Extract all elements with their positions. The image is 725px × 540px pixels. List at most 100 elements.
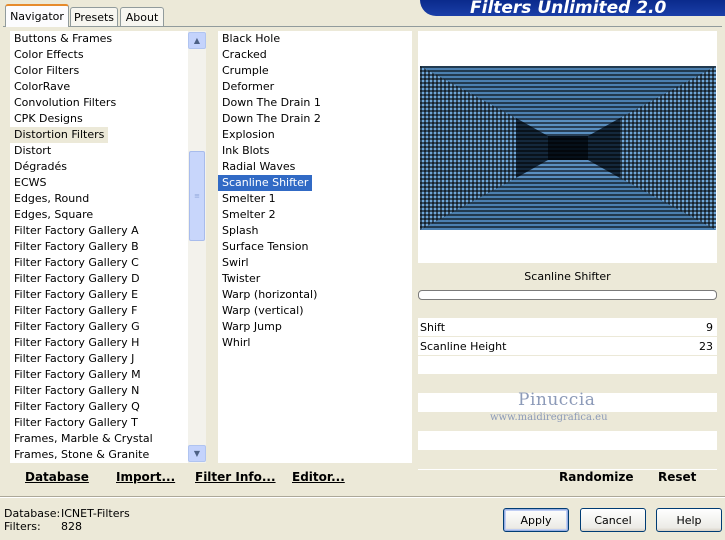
help-button[interactable]: Help	[656, 508, 722, 532]
filter-item[interactable]: Surface Tension	[218, 239, 412, 255]
category-item[interactable]: Filter Factory Gallery E	[10, 287, 188, 303]
category-item-label: Filter Factory Gallery H	[14, 336, 140, 349]
filter-item-label: Warp (horizontal)	[222, 288, 318, 301]
category-item[interactable]: Filter Factory Gallery Q	[10, 399, 188, 415]
filter-item[interactable]: Deformer	[218, 79, 412, 95]
category-item[interactable]: ECWS	[10, 175, 188, 191]
filter-item-label: Surface Tension	[222, 240, 309, 253]
filters-info: Filters: 828	[4, 520, 82, 533]
category-item[interactable]: Filter Factory Gallery A	[10, 223, 188, 239]
filter-item[interactable]: Radial Waves	[218, 159, 412, 175]
category-item[interactable]: Dégradés	[10, 159, 188, 175]
filter-item-label: Cracked	[222, 48, 267, 61]
category-item[interactable]: Color Filters	[10, 63, 188, 79]
grip-icon: ≡	[194, 192, 200, 200]
filter-item[interactable]: Warp (vertical)	[218, 303, 412, 319]
chevron-up-icon: ▲	[193, 36, 201, 45]
filter-item[interactable]: Black Hole	[218, 31, 412, 47]
category-item[interactable]: Distortion Filters	[10, 127, 188, 143]
param-label: Scanline Height	[420, 339, 507, 353]
filter-item[interactable]: Swirl	[218, 255, 412, 271]
category-item[interactable]: Buttons & Frames	[10, 31, 188, 47]
param-row-empty	[418, 432, 717, 451]
category-item[interactable]: Frames, Stone & Granite	[10, 447, 188, 463]
filter-item-label: Radial Waves	[222, 160, 296, 173]
filter-item[interactable]: Cracked	[218, 47, 412, 63]
filter-list[interactable]: Black Hole Cracked Crumple Deformer Down The…	[218, 31, 412, 463]
filter-item[interactable]: Warp Jump	[218, 319, 412, 335]
category-item-label: Buttons & Frames	[14, 32, 113, 45]
filter-item[interactable]: Down The Drain 2	[218, 111, 412, 127]
param-row-empty	[418, 356, 717, 375]
category-item[interactable]: Filter Factory Gallery H	[10, 335, 188, 351]
category-list[interactable]: Buttons & Frames Color Effects Color Filte…	[10, 31, 188, 463]
filter-item[interactable]: Ink Blots	[218, 143, 412, 159]
filter-item[interactable]: Crumple	[218, 63, 412, 79]
filters-count: 828	[61, 520, 82, 533]
filter-item[interactable]: Splash	[218, 223, 412, 239]
database-button[interactable]: Database	[25, 470, 89, 484]
scroll-thumb[interactable]: ≡	[189, 151, 205, 241]
filter-info-button[interactable]: Filter Info...	[195, 470, 276, 484]
cancel-button[interactable]: Cancel	[580, 508, 646, 532]
category-item[interactable]: Filter Factory Gallery N	[10, 383, 188, 399]
scroll-up-button[interactable]: ▲	[188, 32, 206, 49]
category-item-label: Filter Factory Gallery G	[14, 320, 140, 333]
category-item[interactable]: Filter Factory Gallery T	[10, 415, 188, 431]
filter-item[interactable]: Explosion	[218, 127, 412, 143]
param-row-scanline-height[interactable]: Scanline Height 23	[418, 337, 717, 356]
category-item-label: Color Effects	[14, 48, 84, 61]
category-item-label: Frames, Marble & Crystal	[14, 432, 153, 445]
category-item[interactable]: Convolution Filters	[10, 95, 188, 111]
filter-item[interactable]: Down The Drain 1	[218, 95, 412, 111]
category-item[interactable]: Color Effects	[10, 47, 188, 63]
filter-item[interactable]: Smelter 1	[218, 191, 412, 207]
category-item[interactable]: Filter Factory Gallery B	[10, 239, 188, 255]
category-item[interactable]: Filter Factory Gallery G	[10, 319, 188, 335]
import-button[interactable]: Import...	[116, 470, 175, 484]
category-item[interactable]: Filter Factory Gallery D	[10, 271, 188, 287]
category-item[interactable]: Filter Factory Gallery C	[10, 255, 188, 271]
chevron-down-icon: ▼	[193, 449, 201, 458]
filter-item[interactable]: Twister	[218, 271, 412, 287]
filter-item[interactable]: Whirl	[218, 335, 412, 351]
category-item[interactable]: CPK Designs	[10, 111, 188, 127]
category-item-label: Edges, Square	[14, 208, 94, 221]
param-row-shift[interactable]: Shift 9	[418, 318, 717, 337]
category-item[interactable]: Edges, Square	[10, 207, 188, 223]
filter-item[interactable]: Scanline Shifter	[218, 175, 412, 191]
param-value[interactable]: 9	[706, 321, 713, 334]
category-item[interactable]: Filter Factory Gallery F	[10, 303, 188, 319]
database-info: Database: ICNET-Filters	[4, 507, 130, 520]
reset-button[interactable]: Reset	[658, 470, 696, 484]
tab-navigator[interactable]: Navigator	[5, 4, 69, 27]
category-item[interactable]: Filter Factory Gallery M	[10, 367, 188, 383]
tab-about[interactable]: About	[120, 7, 164, 26]
category-item-label: Distort	[14, 144, 52, 157]
tab-presets[interactable]: Presets	[70, 7, 118, 26]
filter-item-label: Ink Blots	[222, 144, 270, 157]
category-item-label: Filter Factory Gallery J	[14, 352, 135, 365]
category-item[interactable]: Frames, Marble & Crystal	[10, 431, 188, 447]
filter-item-label: Crumple	[222, 64, 269, 77]
category-item[interactable]: Edges, Round	[10, 191, 188, 207]
filter-item-label: Smelter 1	[222, 192, 276, 205]
category-item-label: Filter Factory Gallery E	[14, 288, 139, 301]
category-item[interactable]: Distort	[10, 143, 188, 159]
scroll-down-button[interactable]: ▼	[188, 445, 206, 462]
editor-button[interactable]: Editor...	[292, 470, 345, 484]
category-item-label: Frames, Stone & Granite	[14, 448, 150, 461]
param-value[interactable]: 23	[699, 340, 713, 353]
filter-item-label: Deformer	[222, 80, 275, 93]
database-label: Database:	[4, 507, 61, 520]
category-item[interactable]: Filter Factory Gallery J	[10, 351, 188, 367]
category-item-label: Filter Factory Gallery F	[14, 304, 138, 317]
filter-item[interactable]: Smelter 2	[218, 207, 412, 223]
randomize-button[interactable]: Randomize	[559, 470, 633, 484]
filter-item[interactable]: Warp (horizontal)	[218, 287, 412, 303]
category-scrollbar[interactable]: ▲ ≡ ▼	[188, 31, 206, 463]
filter-item-label: Smelter 2	[222, 208, 276, 221]
category-item[interactable]: ColorRave	[10, 79, 188, 95]
param-label: Shift	[420, 320, 446, 334]
apply-button[interactable]: Apply	[503, 508, 569, 532]
